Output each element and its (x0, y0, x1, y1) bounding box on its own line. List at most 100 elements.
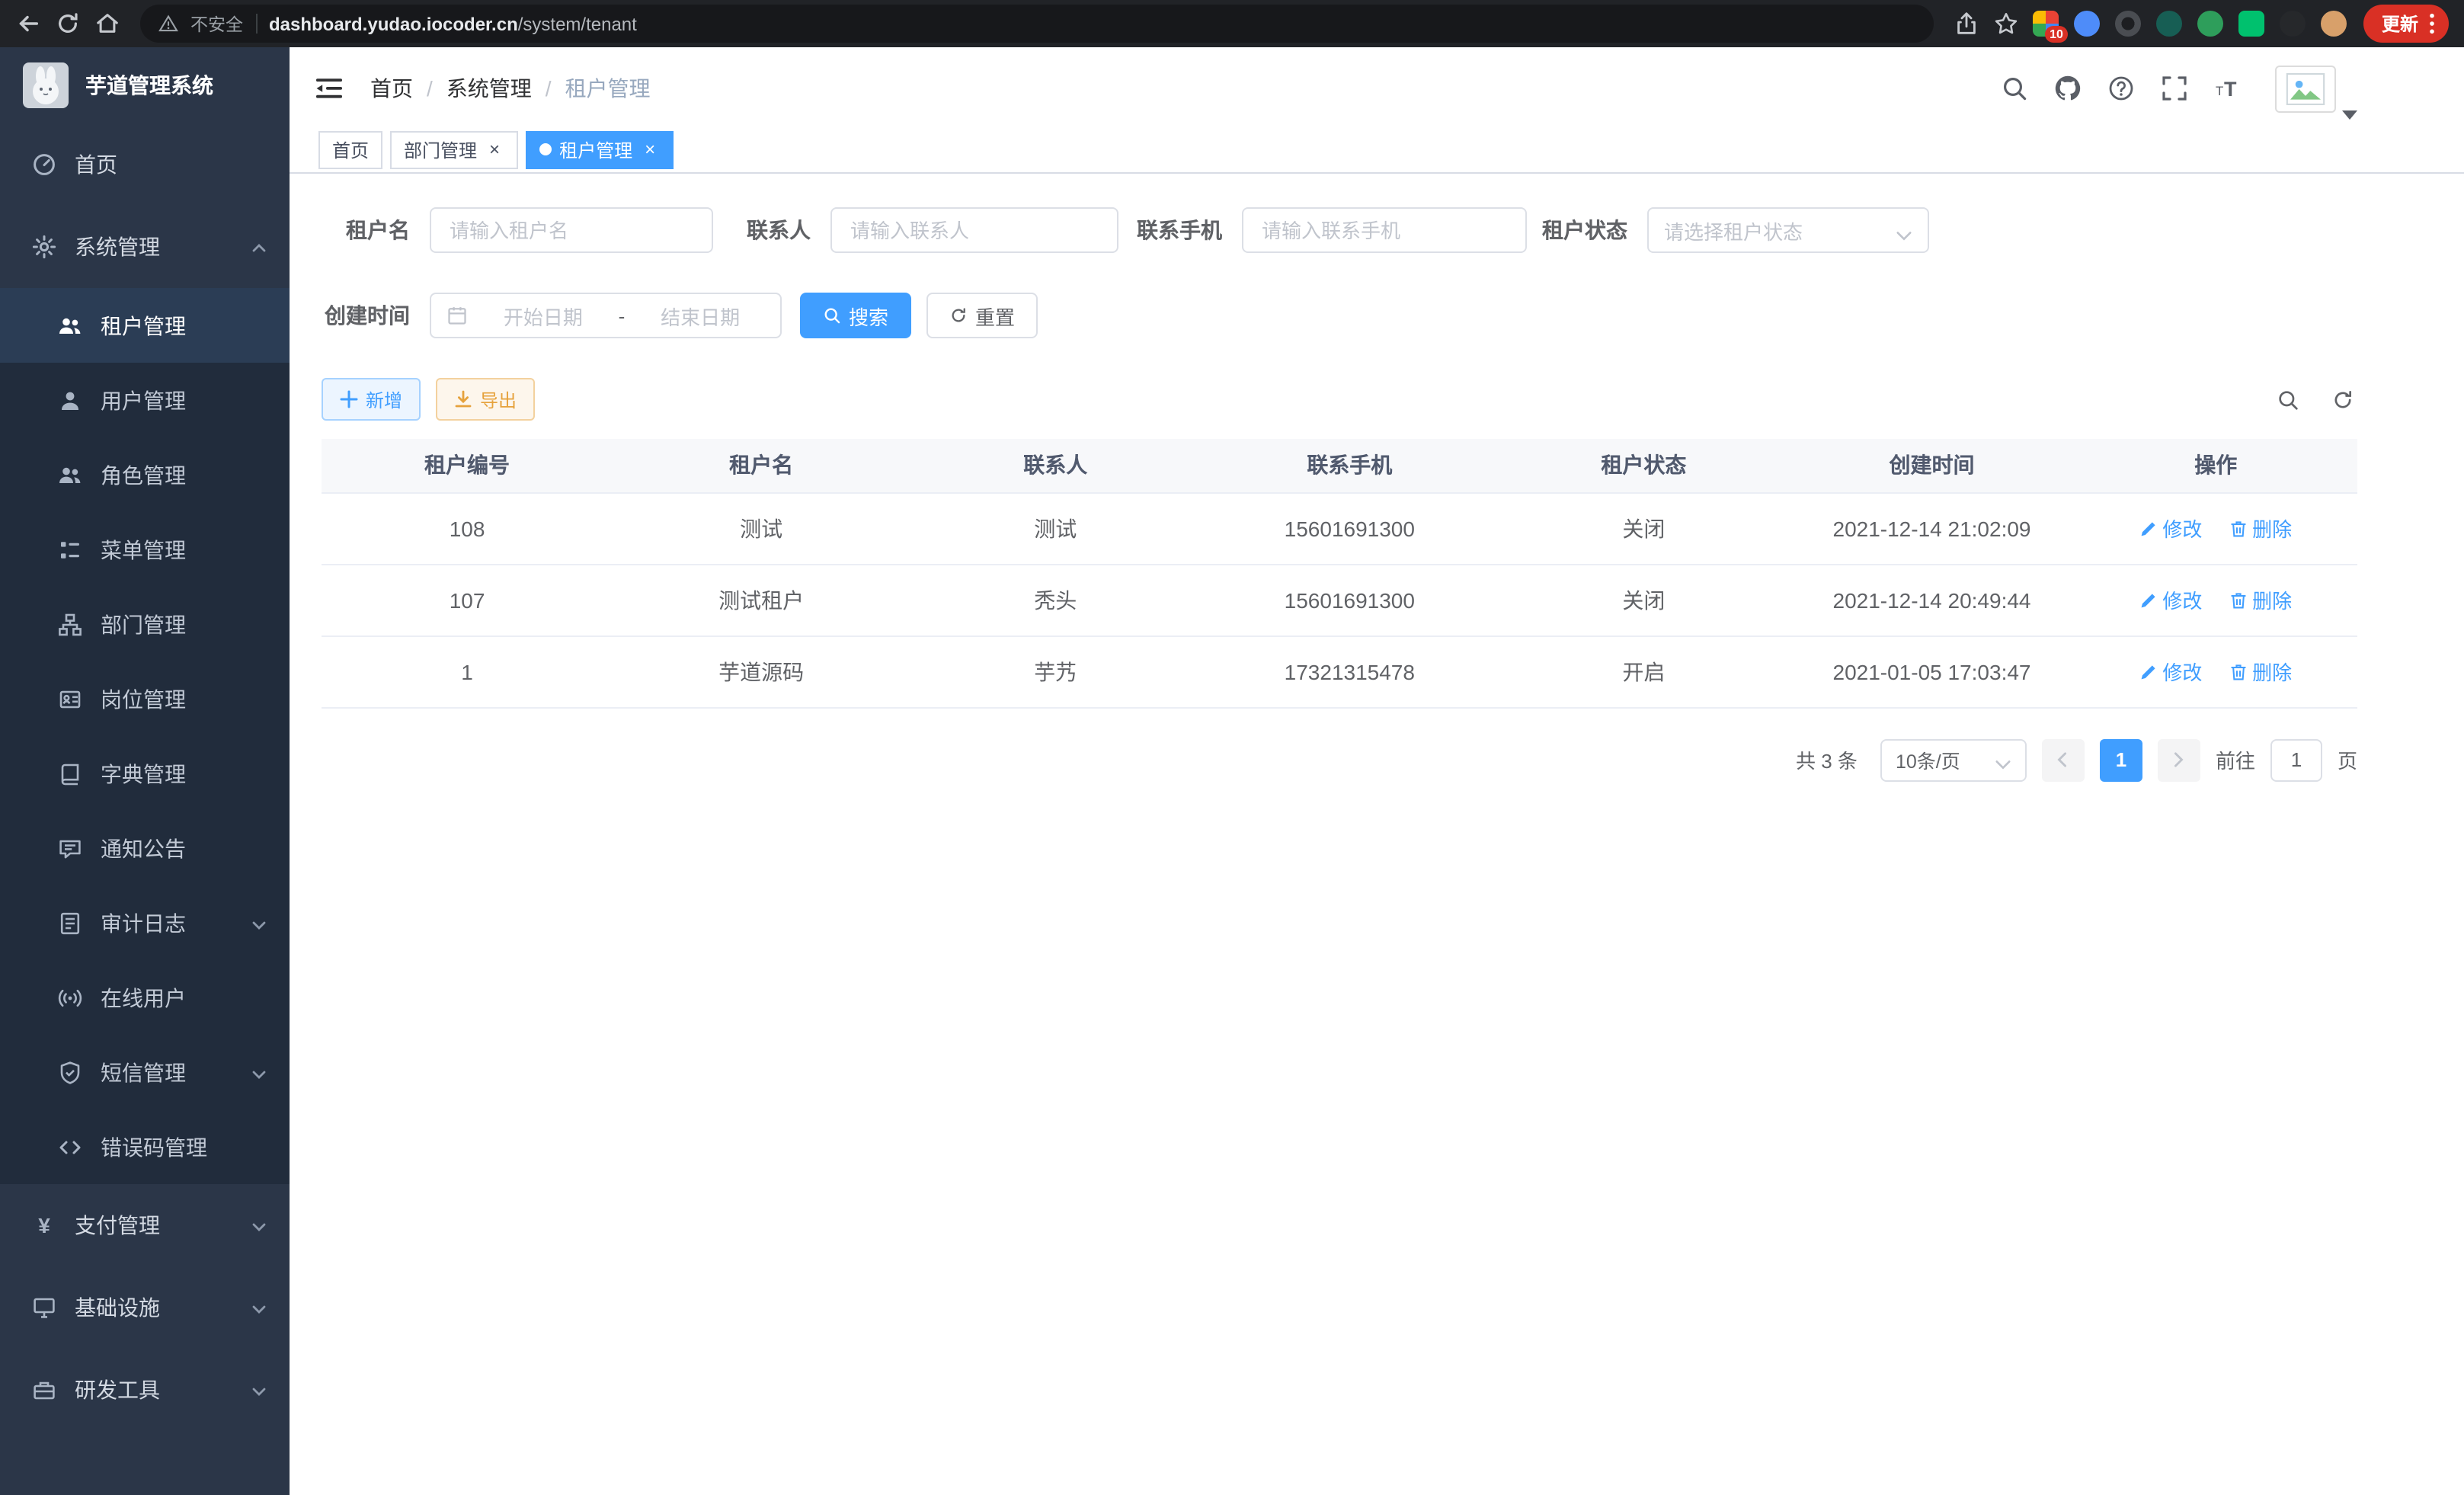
share-button[interactable] (1954, 11, 1979, 37)
signal-icon (58, 985, 82, 1010)
table-row: 1 芋道源码 芋艿 17321315478 开启 2021-01-05 17:0… (322, 635, 2357, 707)
phone-input[interactable] (1242, 207, 1527, 253)
active-dot (539, 143, 552, 155)
sidebar-item-home[interactable]: 首页 (0, 123, 290, 206)
url-text: dashboard.yudao.iocoder.cn/system/tenant (269, 13, 637, 34)
sidebar-item-online-users[interactable]: 在线用户 (0, 960, 290, 1035)
add-button[interactable]: 新增 (322, 378, 421, 421)
cell-actions: 修改 删除 (2075, 564, 2357, 635)
sidebar-item-devtools[interactable]: 研发工具 (0, 1349, 290, 1431)
tenant-status-select[interactable]: 请选择租户状态 (1647, 207, 1929, 253)
sidebar-item-label: 租户管理 (101, 310, 268, 341)
sidebar-item-infra[interactable]: 基础设施 (0, 1266, 290, 1349)
next-page-button[interactable] (2158, 738, 2200, 781)
edit-link[interactable]: 修改 (2139, 514, 2202, 543)
sidebar-item-dict[interactable]: 字典管理 (0, 736, 290, 811)
extension-icon-3[interactable] (2115, 11, 2141, 37)
tab-dept[interactable]: 部门管理 × (390, 130, 518, 168)
svg-text:T: T (2224, 78, 2237, 101)
refresh-table-icon[interactable] (2331, 388, 2354, 411)
sidebar-logo[interactable]: 芋道管理系统 (0, 47, 290, 123)
fullscreen-icon[interactable] (2161, 75, 2188, 102)
toggle-search-icon[interactable] (2277, 388, 2299, 411)
font-size-icon[interactable]: TT (2214, 75, 2242, 102)
browser-reload-button[interactable] (55, 11, 81, 37)
goto-page-input[interactable] (2270, 738, 2322, 781)
browser-update-button[interactable]: 更新 (2363, 5, 2449, 43)
sidebar-item-label: 角色管理 (101, 459, 268, 490)
pencil-icon (2139, 662, 2158, 680)
contact-input[interactable] (830, 207, 1118, 253)
delete-link[interactable]: 删除 (2229, 657, 2292, 686)
extension-icon-1[interactable]: 10 (2033, 11, 2059, 37)
breadcrumb-home[interactable]: 首页 (370, 73, 413, 104)
browser-home-button[interactable] (94, 11, 120, 37)
header-search-button[interactable] (2001, 75, 2028, 102)
cell-contact: 测试 (910, 492, 1201, 564)
user-avatar-menu[interactable] (2275, 65, 2357, 112)
delete-link[interactable]: 删除 (2229, 514, 2292, 543)
extension-icon-7[interactable] (2280, 11, 2306, 37)
page-number-1[interactable]: 1 (2100, 738, 2142, 781)
sidebar-item-post[interactable]: 岗位管理 (0, 661, 290, 736)
reset-button[interactable]: 重置 (926, 293, 1038, 338)
extension-icon-5[interactable] (2197, 11, 2223, 37)
export-button[interactable]: 导出 (436, 378, 535, 421)
sidebar-item-role[interactable]: 角色管理 (0, 437, 290, 512)
help-icon[interactable] (2107, 75, 2135, 102)
sidebar-item-label: 菜单管理 (101, 534, 268, 565)
sidebar-item-system[interactable]: 系统管理 (0, 206, 290, 288)
extension-icon-4[interactable] (2156, 11, 2182, 37)
extension-icon-6[interactable] (2238, 11, 2264, 37)
sidebar-item-user[interactable]: 用户管理 (0, 363, 290, 437)
search-icon (823, 306, 841, 325)
cell-phone: 15601691300 (1201, 564, 1498, 635)
search-button[interactable]: 搜索 (800, 293, 911, 338)
browser-back-button[interactable] (15, 11, 41, 37)
sidebar-item-label: 支付管理 (75, 1210, 232, 1240)
filter-status: 租户状态 请选择租户状态 (1542, 207, 1929, 253)
sidebar-item-error-code[interactable]: 错误码管理 (0, 1109, 290, 1184)
tenant-name-label: 租户名 (322, 215, 410, 245)
edit-link[interactable]: 修改 (2139, 657, 2202, 686)
delete-link[interactable]: 删除 (2229, 585, 2292, 614)
sidebar-item-notice[interactable]: 通知公告 (0, 811, 290, 885)
sidebar-item-sms[interactable]: 短信管理 (0, 1035, 290, 1109)
col-header-name: 租户名 (613, 439, 910, 492)
browser-profile-avatar[interactable] (2321, 11, 2347, 37)
code-icon (58, 1135, 82, 1159)
close-icon[interactable]: × (485, 139, 504, 159)
prev-page-button[interactable] (2042, 738, 2085, 781)
tab-home[interactable]: 首页 (318, 130, 382, 168)
sidebar-item-menu[interactable]: 菜单管理 (0, 512, 290, 587)
add-button-label: 新增 (366, 386, 402, 412)
sidebar-toggle-button[interactable] (314, 73, 344, 104)
edit-link[interactable]: 修改 (2139, 585, 2202, 614)
col-header-status: 租户状态 (1498, 439, 1789, 492)
chevron-up-icon (250, 238, 268, 256)
bookmark-star-button[interactable] (1993, 11, 2019, 37)
chat-bubble-icon (58, 836, 82, 860)
sidebar: 芋道管理系统 首页 系统管理 (0, 47, 290, 1495)
breadcrumb-separator: / (546, 76, 552, 101)
pagination: 共 3 条 10条/页 1 前往 (322, 738, 2357, 781)
browser-menu-icon[interactable] (2429, 12, 2435, 35)
date-range-picker[interactable]: 开始日期 - 结束日期 (430, 293, 782, 338)
chevron-down-icon (250, 1216, 268, 1234)
tab-tenant[interactable]: 租户管理 × (526, 130, 674, 168)
page-size-select[interactable]: 10条/页 (1880, 738, 2027, 781)
security-label[interactable]: 不安全 (190, 11, 243, 36)
close-icon[interactable]: × (640, 139, 660, 159)
tenant-name-input[interactable] (430, 207, 713, 253)
github-icon[interactable] (2054, 75, 2082, 102)
extension-icon-2[interactable] (2074, 11, 2100, 37)
sidebar-item-tenant[interactable]: 租户管理 (0, 288, 290, 363)
chevron-down-icon (1995, 754, 2011, 766)
sidebar-item-audit-log[interactable]: 审计日志 (0, 885, 290, 960)
sidebar-item-dept[interactable]: 部门管理 (0, 587, 290, 661)
app-shell: 芋道管理系统 首页 系统管理 (0, 47, 2464, 1495)
breadcrumb-system[interactable]: 系统管理 (446, 73, 532, 104)
pencil-icon (2139, 591, 2158, 609)
sidebar-item-payment[interactable]: ¥ 支付管理 (0, 1184, 290, 1266)
address-bar[interactable]: 不安全 dashboard.yudao.iocoder.cn/system/te… (140, 5, 1934, 43)
